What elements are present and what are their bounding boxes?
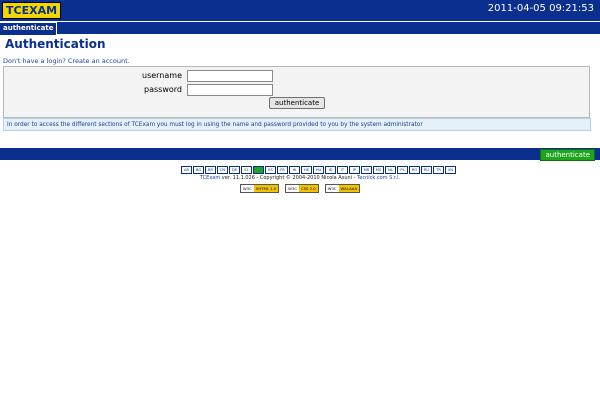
language-tr[interactable]: TR: [433, 166, 444, 174]
username-label: username: [142, 71, 182, 80]
copyright-footer: TCExam ver. 11.1.026 - Copyright © 2004-…: [0, 175, 600, 182]
bottom-authenticate-button[interactable]: authenticate: [540, 149, 595, 161]
language-vn[interactable]: VN: [445, 166, 456, 174]
validation-badges: W3C XHTML 1.0 W3C CSS 2.0 W3C WAI-AAA: [0, 184, 600, 193]
language-br[interactable]: BR: [205, 166, 216, 174]
wai-badge[interactable]: W3C WAI-AAA: [324, 184, 361, 193]
username-input[interactable]: [187, 70, 273, 82]
tcexam-logo[interactable]: TCEXAM: [2, 2, 62, 19]
version-text: ver. 11.1.026 - Copyright © 2004-2010 Ni…: [220, 175, 358, 181]
badge-org: W3C: [325, 185, 339, 192]
language-el[interactable]: EL: [241, 166, 252, 174]
date-time-display: 2011-04-05 09:21:53: [487, 3, 594, 14]
language-pl[interactable]: PL: [397, 166, 408, 174]
product-link[interactable]: TCExam: [200, 175, 220, 181]
language-ro[interactable]: RO: [409, 166, 420, 174]
password-input[interactable]: [187, 84, 273, 96]
create-account-link[interactable]: Don't have a login? Create an account.: [3, 57, 130, 66]
css-badge[interactable]: W3C CSS 2.0: [285, 184, 319, 193]
language-ms[interactable]: MS: [373, 166, 384, 174]
language-jp[interactable]: JP: [349, 166, 360, 174]
language-mr[interactable]: MR: [361, 166, 372, 174]
language-cn[interactable]: CN: [217, 166, 228, 174]
top-header-bar: TCEXAM 2011-04-05 09:21:53: [0, 0, 600, 22]
page-title: Authentication: [5, 37, 106, 51]
language-es[interactable]: ES: [265, 166, 276, 174]
xhtml-badge[interactable]: W3C XHTML 1.0: [239, 184, 280, 193]
company-link[interactable]: Tecnick.com S.r.l.: [357, 175, 400, 181]
language-id[interactable]: ID: [325, 166, 336, 174]
language-selector: AR BG BR CN DE EL EN ES FR HI HE HU ID IT JP MR MS NL PL RO…: [181, 166, 456, 174]
language-hi[interactable]: HI: [289, 166, 300, 174]
authenticate-button[interactable]: authenticate: [269, 97, 325, 109]
language-hu[interactable]: HU: [313, 166, 324, 174]
tab-authenticate[interactable]: authenticate: [0, 22, 58, 35]
language-fr[interactable]: FR: [277, 166, 288, 174]
language-bg[interactable]: BG: [193, 166, 204, 174]
info-message: In order to access the different section…: [3, 118, 591, 131]
language-en[interactable]: EN: [253, 166, 264, 174]
language-nl[interactable]: NL: [385, 166, 396, 174]
badge-org: W3C: [286, 185, 299, 192]
language-ru[interactable]: RU: [421, 166, 432, 174]
language-ar[interactable]: AR: [181, 166, 192, 174]
tab-bar: authenticate: [0, 22, 600, 35]
language-it[interactable]: IT: [337, 166, 348, 174]
bottom-bar: authenticate: [0, 148, 600, 161]
language-he[interactable]: HE: [301, 166, 312, 174]
password-label: password: [144, 85, 182, 94]
login-form: username password authenticate: [3, 66, 590, 118]
badge-standard: CSS 2.0: [298, 185, 318, 192]
badge-standard: XHTML 1.0: [253, 185, 279, 192]
badge-standard: WAI-AAA: [338, 185, 360, 192]
badge-org: W3C: [240, 185, 254, 192]
language-de[interactable]: DE: [229, 166, 240, 174]
